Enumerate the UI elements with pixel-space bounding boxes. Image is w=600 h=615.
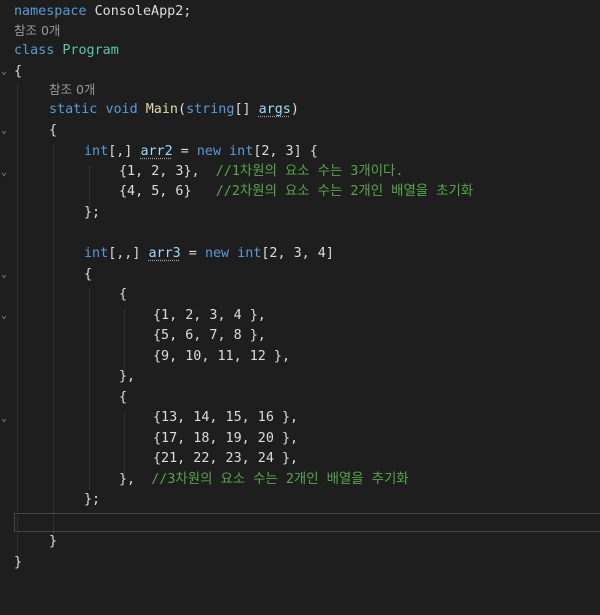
array-size: [2, 3, 4] xyxy=(261,246,334,261)
code-line[interactable]: ⌄ static void Main(string[] args) xyxy=(0,100,299,136)
code-line[interactable]: ⌄ { xyxy=(0,388,127,424)
keyword: string xyxy=(186,102,235,117)
indent-guide xyxy=(53,145,54,535)
brackets: [,] xyxy=(108,144,133,159)
comment: //1차원의 요소 수는 3개이다. xyxy=(215,164,404,179)
method-name: Main xyxy=(145,102,178,117)
keyword: new xyxy=(204,246,230,261)
brace: } xyxy=(49,534,58,549)
array-size: [2, 3] { xyxy=(253,144,318,159)
keyword: void xyxy=(105,102,138,117)
indent-guide xyxy=(89,289,90,489)
code-line[interactable]: ⌄ int[,] arr2 = new int[2, 3] { xyxy=(0,142,318,178)
array-row: {21, 22, 23, 24 }, xyxy=(153,451,299,466)
indent-guide xyxy=(124,309,125,374)
array-row: {17, 18, 19, 20 }, xyxy=(153,431,299,446)
brace: }, xyxy=(119,369,136,384)
array-row: {4, 5, 6} xyxy=(119,184,192,199)
keyword: int xyxy=(84,144,109,159)
operator: = xyxy=(172,144,197,159)
brace: } xyxy=(14,555,23,570)
codelens-references[interactable]: 참조 0개 xyxy=(0,21,60,42)
brace: { xyxy=(49,123,58,138)
brace: { xyxy=(119,287,128,302)
code-line[interactable]: } xyxy=(0,532,57,553)
code-line[interactable]: {13, 14, 15, 16 }, xyxy=(0,408,298,429)
code-line[interactable]: }, xyxy=(0,367,135,388)
variable-name: arr2 xyxy=(140,144,173,159)
code-line[interactable]: } xyxy=(0,553,32,574)
code-line[interactable]: {1, 2, 3}, //1차원의 요소 수는 3개이다. xyxy=(0,162,403,183)
keyword: namespace xyxy=(14,4,87,19)
keyword: static xyxy=(49,102,98,117)
codelens-references[interactable]: 참조 0개 xyxy=(0,80,95,101)
array-row: {9, 10, 11, 12 }, xyxy=(153,349,291,364)
code-line[interactable]: {4, 5, 6} //2차원의 요소 수는 2개인 배열을 초기화 xyxy=(0,182,473,203)
brace: { xyxy=(84,267,93,282)
keyword: int xyxy=(229,144,254,159)
class-name: Program xyxy=(62,43,119,58)
variable-name: arr3 xyxy=(148,246,181,261)
brace: }, xyxy=(119,472,136,487)
code-line[interactable]: {17, 18, 19, 20 }, xyxy=(0,429,298,450)
array-row: {1, 2, 3}, xyxy=(119,164,200,179)
code-line[interactable]: ⌄ int[,,] arr3 = new int[2, 3, 4] xyxy=(0,244,334,280)
code-line[interactable]: ⌄ { xyxy=(0,285,127,321)
brackets: [,,] xyxy=(108,246,141,261)
indent-guide xyxy=(124,412,125,477)
keyword: class xyxy=(14,43,55,58)
paren: ) xyxy=(290,102,299,117)
code-line[interactable]: }, //3차원의 요소 수는 2개인 배열을 추기화 xyxy=(0,470,409,491)
reference-count[interactable]: 참조 0개 xyxy=(14,21,60,42)
array-row: {1, 2, 3, 4 }, xyxy=(153,308,266,323)
code-line[interactable]: ⌄ class Program xyxy=(0,41,119,77)
code-line[interactable]: {21, 22, 23, 24 }, xyxy=(0,449,298,470)
brace: { xyxy=(119,390,128,405)
current-line-highlight xyxy=(14,513,600,532)
brace: }; xyxy=(84,205,101,220)
code-line[interactable]: }; xyxy=(0,490,100,511)
code-editor[interactable]: namespace ConsoleApp2; 참조 0개 ⌄ class Pro… xyxy=(0,0,600,589)
operator: = xyxy=(180,246,205,261)
code-line[interactable]: {9, 10, 11, 12 }, xyxy=(0,347,290,368)
brace: }; xyxy=(84,492,101,507)
paren: ( xyxy=(178,102,187,117)
reference-count[interactable]: 참조 0개 xyxy=(49,80,95,101)
code-line[interactable]: { xyxy=(0,265,92,286)
parameter-name: args xyxy=(258,102,291,117)
code-line[interactable]: }; xyxy=(0,203,100,224)
comment: //2차원의 요소 수는 2개인 배열을 초기화 xyxy=(215,184,474,199)
array-row: {5, 6, 7, 8 }, xyxy=(153,328,266,343)
keyword: new xyxy=(196,144,222,159)
array-row: {13, 14, 15, 16 }, xyxy=(153,410,299,425)
keyword: int xyxy=(237,246,262,261)
keyword: int xyxy=(84,246,109,261)
code-line[interactable]: {5, 6, 7, 8 }, xyxy=(0,326,266,347)
brackets: [] xyxy=(234,102,251,117)
code-line[interactable]: {1, 2, 3, 4 }, xyxy=(0,306,266,327)
code-line[interactable]: namespace ConsoleApp2; xyxy=(0,2,191,23)
comment: //3차원의 요소 수는 2개인 배열을 추기화 xyxy=(151,472,409,487)
code-line[interactable]: { xyxy=(0,121,57,142)
namespace-name: ConsoleApp2; xyxy=(94,4,192,19)
